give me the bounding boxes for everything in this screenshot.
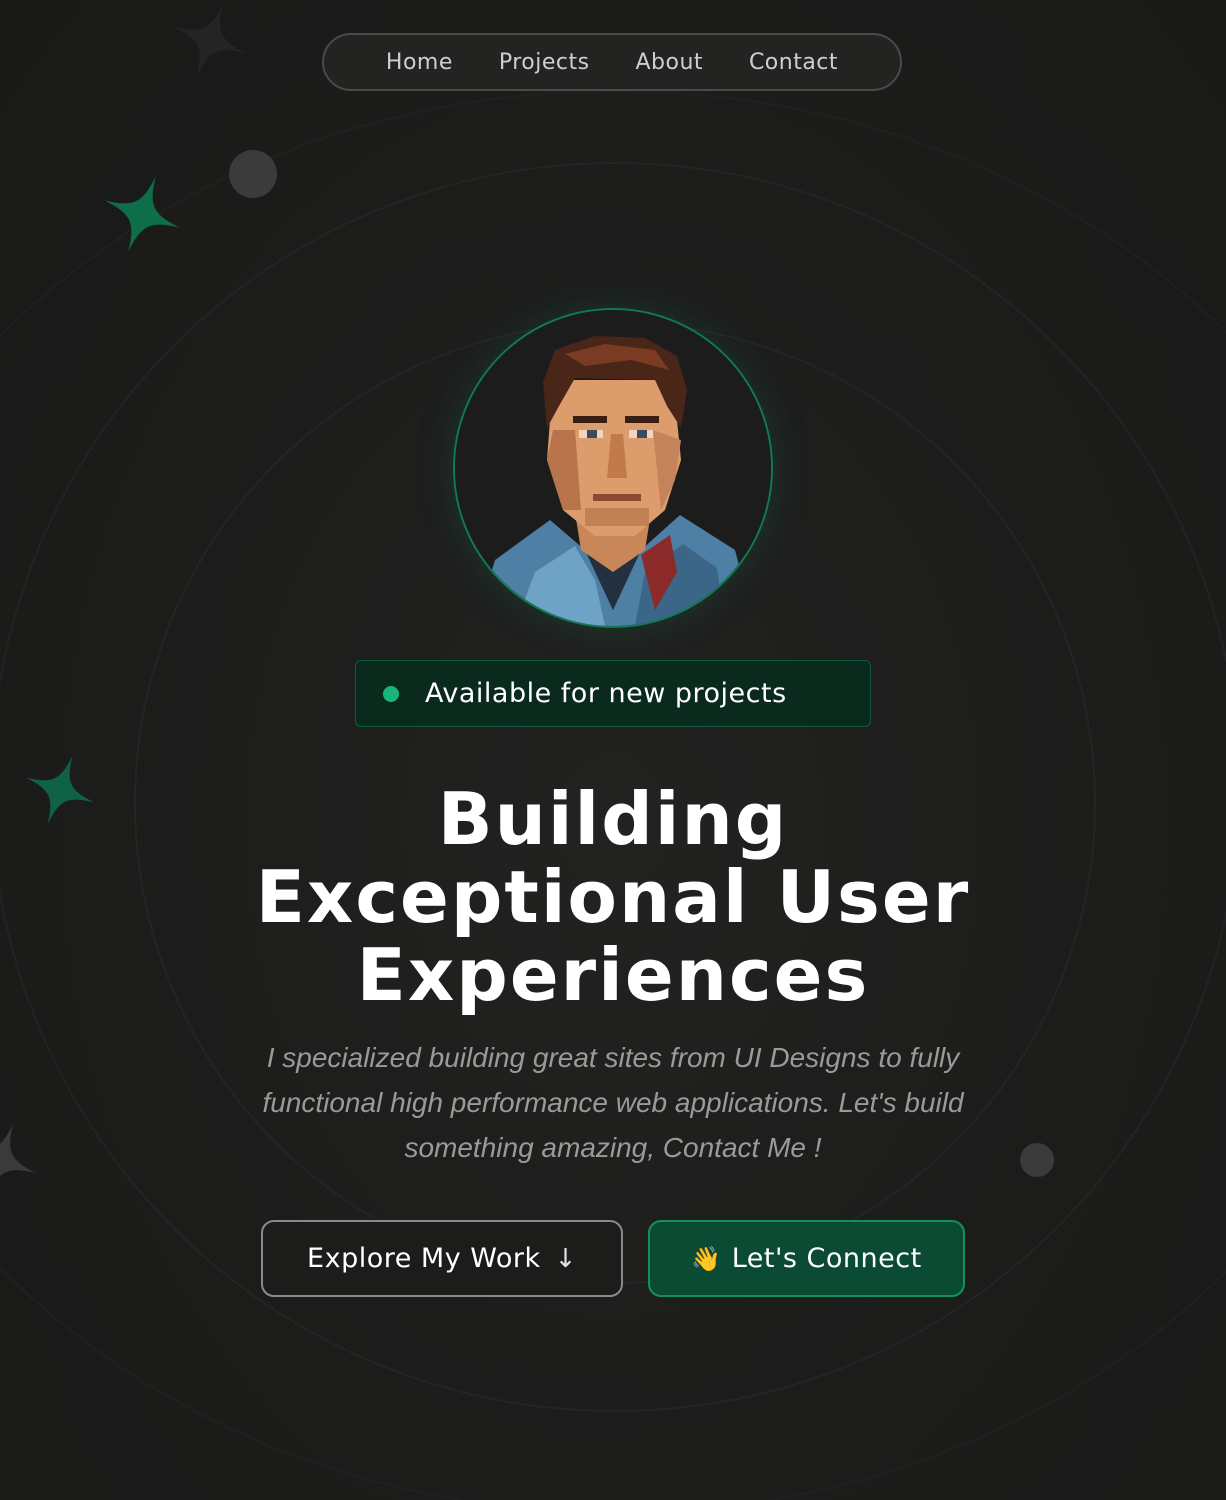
explore-work-label: Explore My Work (307, 1243, 541, 1274)
nav-item-home[interactable]: Home (386, 50, 453, 75)
nav-item-projects[interactable]: Projects (499, 50, 590, 75)
lets-connect-button[interactable]: 👋 Let's Connect (648, 1220, 965, 1297)
decorative-dot (229, 150, 277, 198)
nav-item-about[interactable]: About (635, 50, 703, 75)
availability-text: Available for new projects (425, 678, 787, 709)
pixel-portrait-image (455, 310, 771, 626)
headline-line-1: Building (437, 777, 789, 861)
nav-item-contact[interactable]: Contact (749, 50, 838, 75)
hero-subtitle: I specialized building great sites from … (262, 1042, 964, 1163)
availability-badge: Available for new projects (355, 660, 871, 727)
sparkle-icon (173, 3, 247, 77)
decorative-dot (1020, 1143, 1054, 1177)
explore-work-button[interactable]: Explore My Work ↓ (261, 1220, 623, 1297)
sparkle-icon (104, 176, 180, 252)
sparkle-icon (25, 755, 95, 825)
arrow-down-icon: ↓ (554, 1243, 577, 1274)
hero-headline: Building Exceptional User Experiences (113, 780, 1113, 1014)
headline-line-2: Exceptional User (255, 855, 971, 939)
hero-page: Home Projects About Contact Available fo… (0, 0, 1226, 1500)
main-nav: Home Projects About Contact (322, 33, 902, 91)
lets-connect-label: Let's Connect (731, 1243, 922, 1274)
headline-line-3: Experiences (356, 933, 870, 1017)
sparkle-icon (0, 1123, 37, 1197)
waving-hand-icon: 👋 (691, 1244, 722, 1273)
avatar (453, 308, 773, 628)
status-dot-icon (383, 685, 399, 702)
